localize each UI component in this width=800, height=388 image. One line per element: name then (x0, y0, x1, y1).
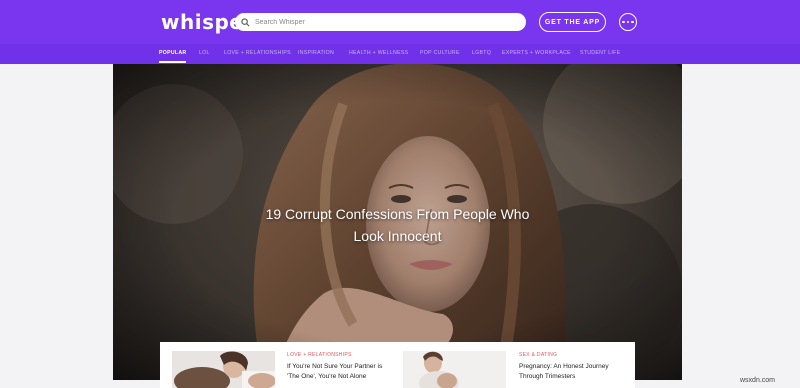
more-dot-icon (622, 20, 625, 24)
top-header: whisper GET THE APP (0, 0, 800, 44)
article-title[interactable]: Pregnancy: An Honest Journey Through Tri… (519, 362, 629, 382)
nav-item-lgbtq[interactable]: LGBTQ (472, 50, 491, 56)
more-dot-icon (631, 20, 634, 24)
watermark: wsxdn.com (740, 377, 776, 384)
article-thumbnail[interactable] (172, 351, 275, 388)
hero-title[interactable]: 19 Corrupt Confessions From People Who L… (113, 203, 682, 247)
active-tab-underline (159, 61, 186, 63)
nav-item-pop-culture[interactable]: POP CULTURE (420, 50, 460, 56)
featured-articles-strip: LOVE + RELATIONSHIPS If You're Not Sure … (160, 342, 635, 388)
search-icon (241, 17, 250, 26)
article-category[interactable]: SEX & DATING (519, 352, 557, 358)
nav-item-love-relationships[interactable]: LOVE + RELATIONSHIPS (224, 50, 291, 56)
article-title-line: If You're Not Sure Your Partner is (287, 363, 383, 370)
more-dot-icon (626, 20, 630, 24)
article-title[interactable]: If You're Not Sure Your Partner is 'The … (287, 362, 397, 382)
hero-article[interactable]: 19 Corrupt Confessions From People Who L… (113, 64, 682, 380)
nav-item-lol[interactable]: LOL (199, 50, 210, 56)
article-thumbnail[interactable] (403, 351, 506, 388)
article-title-line: Pregnancy: An Honest Journey (519, 363, 609, 370)
hero-title-line: 19 Corrupt Confessions From People Who (265, 206, 530, 222)
get-the-app-button[interactable]: GET THE APP (539, 12, 606, 32)
search-input[interactable] (255, 18, 515, 26)
nav-item-experts-workplace[interactable]: EXPERTS + WORKPLACE (502, 50, 571, 56)
article-title-line: 'The One', You're Not Alone (287, 373, 367, 380)
nav-item-health-wellness[interactable]: HEALTH + WELLNESS (349, 50, 408, 56)
nav-item-student-life[interactable]: STUDENT LIFE (580, 50, 620, 56)
article-title-line: Through Trimesters (519, 373, 576, 380)
more-options-button[interactable] (619, 13, 637, 31)
search-bar[interactable] (235, 13, 526, 31)
hero-title-line: Look Innocent (353, 228, 442, 244)
article-category[interactable]: LOVE + RELATIONSHIPS (287, 352, 352, 358)
nav-item-inspiration[interactable]: INSPIRATION (298, 50, 334, 56)
category-nav: POPULAR LOL LOVE + RELATIONSHIPS INSPIRA… (0, 44, 800, 64)
nav-item-popular[interactable]: POPULAR (159, 50, 186, 56)
